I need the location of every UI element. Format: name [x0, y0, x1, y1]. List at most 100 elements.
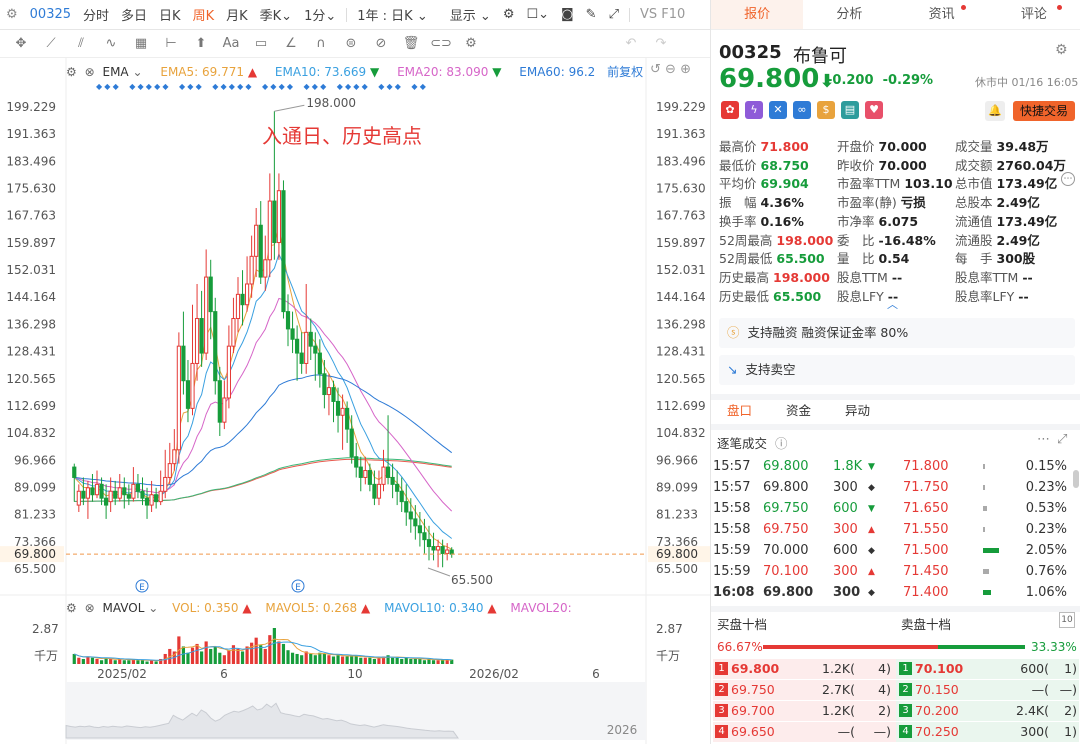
candle-body[interactable] [317, 352, 322, 375]
candle-body[interactable] [76, 490, 81, 506]
candle-body[interactable] [340, 407, 345, 416]
candle-body[interactable] [358, 466, 363, 478]
volume-bar[interactable] [222, 655, 226, 664]
settings-icon[interactable]: ⚙ [456, 36, 486, 51]
candle-body[interactable] [94, 483, 100, 496]
volume-bar[interactable] [127, 660, 131, 664]
doc-badge-icon[interactable]: ▤ [841, 101, 859, 119]
arrow-up-icon[interactable]: ⬆ [186, 36, 216, 51]
fib-tool-icon[interactable]: ▦ [126, 36, 156, 51]
candle-body[interactable] [176, 345, 181, 451]
undo-icon[interactable]: ↶ [616, 36, 646, 51]
event-marker-icon[interactable]: ◆ [146, 82, 153, 91]
candle-body[interactable] [135, 483, 141, 492]
tab-orderbook[interactable]: 盘口 [727, 400, 752, 422]
indicator-name[interactable]: EMA [102, 65, 128, 79]
volume-bar[interactable] [213, 646, 217, 664]
candle-body[interactable] [254, 224, 259, 257]
settings-icon[interactable]: ⚙ [66, 601, 77, 615]
lock-icon[interactable]: ⊜ [336, 36, 366, 51]
candle-body[interactable] [354, 456, 359, 468]
volume-bar[interactable] [436, 660, 440, 664]
volume-bar[interactable] [286, 650, 290, 664]
indicator-name[interactable]: MAVOL [102, 601, 144, 615]
candle-body[interactable] [213, 311, 218, 382]
candle-body[interactable] [290, 328, 295, 340]
event-marker-icon[interactable]: ◆ [179, 82, 186, 91]
chevron-down-icon[interactable]: ⌄ [132, 65, 142, 79]
volume-bar[interactable] [181, 646, 186, 664]
candle-body[interactable] [426, 539, 432, 548]
candle-body[interactable] [276, 190, 282, 244]
candle-body[interactable] [131, 483, 136, 499]
event-marker-icon[interactable]: ◆ [262, 82, 269, 91]
volume-bar[interactable] [309, 653, 313, 664]
quick-trade-button[interactable]: 快捷交易 [1013, 101, 1075, 121]
candle-body[interactable] [122, 487, 127, 496]
volume-bar[interactable] [400, 658, 404, 664]
event-marker-icon[interactable]: ◆ [411, 82, 418, 91]
event-marker-icon[interactable]: ◆ [96, 82, 103, 91]
volume-bar[interactable] [254, 637, 258, 664]
period-tab[interactable]: 分时 [77, 5, 115, 24]
volume-bar[interactable] [409, 658, 413, 664]
period-tab[interactable]: 1分⌄ [298, 5, 342, 24]
volume-bar[interactable] [145, 661, 149, 664]
chart-area[interactable]: 199.229 199.229 191.363 191.363 183.496 183.4… [0, 58, 710, 744]
candle-body[interactable] [381, 466, 386, 485]
volume-bar[interactable] [345, 656, 349, 664]
candle-body[interactable] [144, 497, 150, 506]
redo-icon[interactable]: ↷ [646, 36, 676, 51]
volume-bar[interactable] [391, 657, 395, 664]
volume-bar[interactable] [413, 658, 417, 664]
candle-body[interactable] [181, 345, 186, 382]
candle-body[interactable] [113, 490, 118, 499]
event-marker-icon[interactable]: ◆ [212, 82, 219, 91]
volume-bar[interactable] [404, 657, 408, 664]
candle-body[interactable] [167, 463, 172, 478]
volume-bar[interactable] [322, 653, 326, 664]
candle-body[interactable] [190, 362, 195, 409]
candle-body[interactable] [108, 490, 113, 503]
volume-bar[interactable] [395, 657, 399, 664]
period-tab[interactable]: 月K [220, 5, 254, 24]
tab-quote[interactable]: 报价 [711, 0, 804, 29]
candle-body[interactable] [440, 546, 445, 554]
margin-info[interactable]: ⓢ 支持融资 融资保证金率 80% [719, 318, 1075, 348]
vs-f10-button[interactable]: VS F10 [634, 7, 691, 22]
candle-body[interactable] [126, 494, 131, 499]
event-marker-icon[interactable]: ◆ [270, 82, 277, 91]
candle-body[interactable] [372, 483, 377, 499]
candle-body[interactable] [267, 200, 272, 261]
event-marker-icon[interactable]: ◆ [378, 82, 385, 91]
settings-icon[interactable]: ⚙ [1055, 42, 1068, 58]
volume-bar[interactable] [240, 651, 245, 664]
event-marker-icon[interactable]: ◆ [245, 82, 252, 91]
event-marker-icon[interactable]: ◆ [229, 82, 236, 91]
candle-body[interactable] [154, 494, 159, 503]
volume-bar[interactable] [190, 647, 195, 664]
hk-badge-icon[interactable]: ✿ [721, 101, 739, 119]
volume-bar[interactable] [281, 643, 286, 664]
candle-body[interactable] [295, 338, 300, 354]
zoom-in-icon[interactable]: ⊕ [680, 62, 691, 77]
candle-body[interactable] [385, 466, 391, 478]
candle-body[interactable] [417, 525, 422, 534]
candle-body[interactable] [422, 532, 427, 541]
gear-icon[interactable]: ⚙ [497, 7, 521, 22]
orderbook-row[interactable]: 4 69.650 —(—) 4 70.250 300(1) [713, 722, 1079, 742]
candle-body[interactable] [390, 476, 395, 485]
event-marker-icon[interactable]: ◆ [362, 82, 369, 91]
volume-bar[interactable] [431, 660, 436, 664]
volume-bar[interactable] [318, 652, 322, 664]
volume-bar[interactable] [422, 660, 427, 664]
candle-body[interactable] [413, 518, 418, 527]
candle-body[interactable] [140, 490, 145, 499]
candle-body[interactable] [104, 497, 109, 506]
volume-bar[interactable] [372, 658, 377, 664]
volume-bar[interactable] [186, 652, 190, 664]
volume-bar[interactable] [236, 648, 240, 664]
tab-analysis[interactable]: 分析 [803, 0, 895, 29]
comment-icon[interactable]: ▭ [246, 36, 276, 51]
candle-body[interactable] [349, 428, 354, 458]
